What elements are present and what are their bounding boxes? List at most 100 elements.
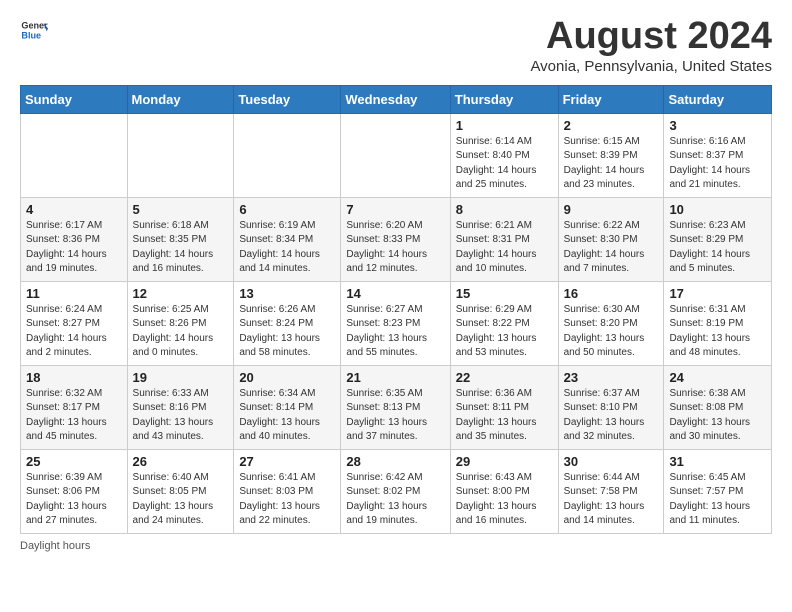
day-number: 10 [669,202,766,217]
month-year-title: August 2024 [530,16,772,58]
calendar-cell [127,113,234,197]
day-number: 26 [133,454,229,469]
day-info: Sunrise: 6:43 AM Sunset: 8:00 PM Dayligh… [456,471,553,529]
calendar-cell: 21Sunrise: 6:35 AM Sunset: 8:13 PM Dayli… [341,365,450,449]
day-info: Sunrise: 6:21 AM Sunset: 8:31 PM Dayligh… [456,219,553,277]
calendar-day-header: Thursday [450,85,558,113]
calendar-cell: 30 Sunrise: 6:44 AM Sunset: 7:58 PM Dayli… [558,449,664,533]
day-number: 4 [26,202,122,217]
calendar-cell: 2 Sunrise: 6:15 AM Sunset: 8:39 PM Daylig… [558,113,664,197]
calendar-week-row: 11Sunrise: 6:24 AM Sunset: 8:27 PM Dayli… [21,281,772,365]
calendar-week-row: 4 Sunrise: 6:17 AM Sunset: 8:36 PM Daylig… [21,197,772,281]
day-info: Sunrise: 6:33 AM Sunset: 8:16 PM Dayligh… [133,387,229,445]
calendar-cell: 9 Sunrise: 6:22 AM Sunset: 8:30 PM Daylig… [558,197,664,281]
day-number: 16 [564,286,659,301]
day-info: Sunrise: 6:16 AM Sunset: 8:37 PM Dayligh… [669,135,766,193]
footer: Daylight hours [20,540,772,552]
calendar-cell: 29 Sunrise: 6:43 AM Sunset: 8:00 PM Dayli… [450,449,558,533]
logo-icon: General Blue [20,16,48,44]
calendar-cell: 17Sunrise: 6:31 AM Sunset: 8:19 PM Dayli… [664,281,772,365]
calendar-cell: 27Sunrise: 6:41 AM Sunset: 8:03 PM Dayli… [234,449,341,533]
day-number: 9 [564,202,659,217]
day-number: 25 [26,454,122,469]
day-number: 5 [133,202,229,217]
calendar-cell: 20 Sunrise: 6:34 AM Sunset: 8:14 PM Dayli… [234,365,341,449]
calendar-cell: 28 Sunrise: 6:42 AM Sunset: 8:02 PM Dayli… [341,449,450,533]
day-info: Sunrise: 6:25 AM Sunset: 8:26 PM Dayligh… [133,303,229,361]
day-info: Sunrise: 6:15 AM Sunset: 8:39 PM Dayligh… [564,135,659,193]
calendar-cell: 15 Sunrise: 6:29 AM Sunset: 8:22 PM Dayli… [450,281,558,365]
calendar-cell: 23Sunrise: 6:37 AM Sunset: 8:10 PM Dayli… [558,365,664,449]
calendar-cell: 12Sunrise: 6:25 AM Sunset: 8:26 PM Dayli… [127,281,234,365]
day-info: Sunrise: 6:31 AM Sunset: 8:19 PM Dayligh… [669,303,766,361]
calendar-cell: 26 Sunrise: 6:40 AM Sunset: 8:05 PM Dayli… [127,449,234,533]
day-info: Sunrise: 6:17 AM Sunset: 8:36 PM Dayligh… [26,219,122,277]
calendar-cell: 25 Sunrise: 6:39 AM Sunset: 8:06 PM Dayli… [21,449,128,533]
day-info: Sunrise: 6:18 AM Sunset: 8:35 PM Dayligh… [133,219,229,277]
calendar-day-header: Monday [127,85,234,113]
day-number: 3 [669,118,766,133]
day-info: Sunrise: 6:44 AM Sunset: 7:58 PM Dayligh… [564,471,659,529]
calendar-week-row: 1 Sunrise: 6:14 AM Sunset: 8:40 PM Daylig… [21,113,772,197]
day-number: 6 [239,202,335,217]
location-subtitle: Avonia, Pennsylvania, United States [530,58,772,75]
day-info: Sunrise: 6:34 AM Sunset: 8:14 PM Dayligh… [239,387,335,445]
calendar-day-header: Friday [558,85,664,113]
calendar-day-header: Saturday [664,85,772,113]
day-info: Sunrise: 6:42 AM Sunset: 8:02 PM Dayligh… [346,471,444,529]
day-info: Sunrise: 6:37 AM Sunset: 8:10 PM Dayligh… [564,387,659,445]
calendar-cell: 10Sunrise: 6:23 AM Sunset: 8:29 PM Dayli… [664,197,772,281]
day-number: 28 [346,454,444,469]
day-number: 30 [564,454,659,469]
day-number: 27 [239,454,335,469]
day-info: Sunrise: 6:30 AM Sunset: 8:20 PM Dayligh… [564,303,659,361]
day-info: Sunrise: 6:19 AM Sunset: 8:34 PM Dayligh… [239,219,335,277]
calendar-cell: 22 Sunrise: 6:36 AM Sunset: 8:11 PM Dayli… [450,365,558,449]
day-number: 15 [456,286,553,301]
calendar-day-header: Sunday [21,85,128,113]
day-number: 21 [346,370,444,385]
page-header: General Blue August 2024 Avonia, Pennsyl… [20,16,772,75]
day-info: Sunrise: 6:20 AM Sunset: 8:33 PM Dayligh… [346,219,444,277]
logo: General Blue [20,16,48,44]
calendar-cell: 14 Sunrise: 6:27 AM Sunset: 8:23 PM Dayli… [341,281,450,365]
calendar-cell: 19 Sunrise: 6:33 AM Sunset: 8:16 PM Dayli… [127,365,234,449]
calendar-cell: 7 Sunrise: 6:20 AM Sunset: 8:33 PM Daylig… [341,197,450,281]
day-number: 14 [346,286,444,301]
calendar-cell: 4 Sunrise: 6:17 AM Sunset: 8:36 PM Daylig… [21,197,128,281]
calendar-header-row: SundayMondayTuesdayWednesdayThursdayFrid… [21,85,772,113]
day-info: Sunrise: 6:40 AM Sunset: 8:05 PM Dayligh… [133,471,229,529]
day-number: 2 [564,118,659,133]
day-info: Sunrise: 6:26 AM Sunset: 8:24 PM Dayligh… [239,303,335,361]
calendar-cell [21,113,128,197]
day-info: Sunrise: 6:29 AM Sunset: 8:22 PM Dayligh… [456,303,553,361]
day-info: Sunrise: 6:39 AM Sunset: 8:06 PM Dayligh… [26,471,122,529]
daylight-label: Daylight hours [20,540,90,552]
calendar-cell: 11Sunrise: 6:24 AM Sunset: 8:27 PM Dayli… [21,281,128,365]
calendar-day-header: Tuesday [234,85,341,113]
day-number: 29 [456,454,553,469]
calendar-cell: 5 Sunrise: 6:18 AM Sunset: 8:35 PM Daylig… [127,197,234,281]
day-number: 11 [26,286,122,301]
calendar-cell: 3 Sunrise: 6:16 AM Sunset: 8:37 PM Daylig… [664,113,772,197]
day-info: Sunrise: 6:27 AM Sunset: 8:23 PM Dayligh… [346,303,444,361]
calendar-cell [234,113,341,197]
svg-text:Blue: Blue [21,30,41,40]
day-info: Sunrise: 6:14 AM Sunset: 8:40 PM Dayligh… [456,135,553,193]
calendar-cell: 16 Sunrise: 6:30 AM Sunset: 8:20 PM Dayli… [558,281,664,365]
calendar-cell: 13 Sunrise: 6:26 AM Sunset: 8:24 PM Dayli… [234,281,341,365]
day-number: 13 [239,286,335,301]
calendar-week-row: 18Sunrise: 6:32 AM Sunset: 8:17 PM Dayli… [21,365,772,449]
day-info: Sunrise: 6:36 AM Sunset: 8:11 PM Dayligh… [456,387,553,445]
day-number: 8 [456,202,553,217]
day-number: 19 [133,370,229,385]
day-info: Sunrise: 6:22 AM Sunset: 8:30 PM Dayligh… [564,219,659,277]
day-number: 18 [26,370,122,385]
day-number: 31 [669,454,766,469]
day-number: 1 [456,118,553,133]
day-number: 20 [239,370,335,385]
day-number: 7 [346,202,444,217]
day-number: 22 [456,370,553,385]
calendar-cell: 24Sunrise: 6:38 AM Sunset: 8:08 PM Dayli… [664,365,772,449]
calendar-cell: 31Sunrise: 6:45 AM Sunset: 7:57 PM Dayli… [664,449,772,533]
